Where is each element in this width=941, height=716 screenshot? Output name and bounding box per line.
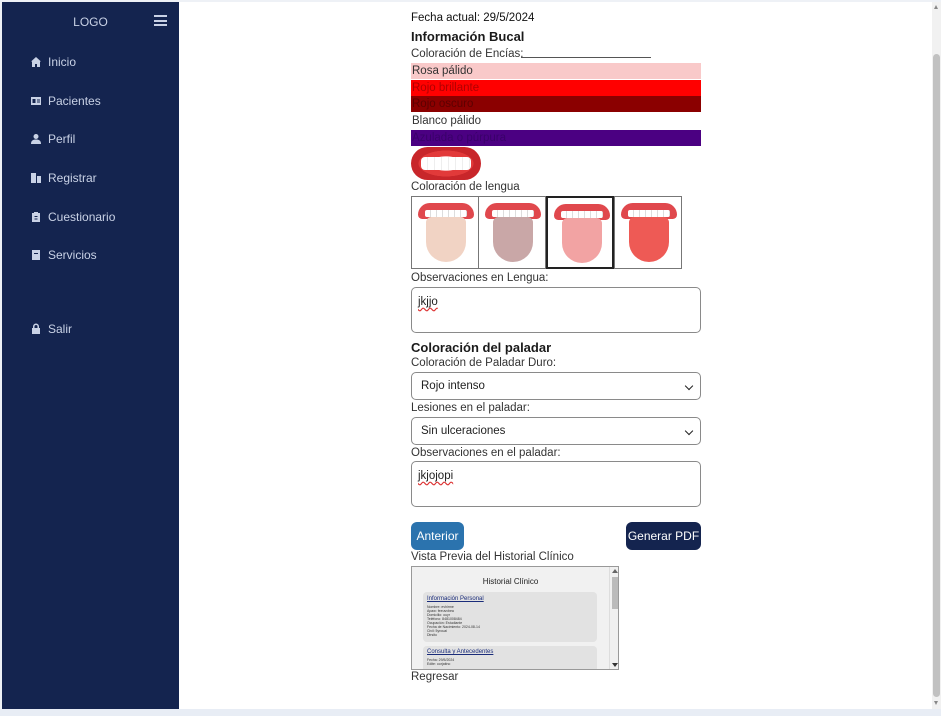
gum-option-rosa-palido[interactable]: Rosa pálido	[411, 63, 701, 79]
sidebar-item-registrar[interactable]: Registrar	[30, 169, 97, 187]
id-card-icon	[31, 97, 41, 105]
hard-palate-value: Rojo intenso	[421, 380, 485, 392]
app-window: LOGO Inicio Pacientes Perfil Registrar C…	[0, 0, 941, 716]
tongue-option-grayish[interactable]	[478, 196, 546, 269]
preview-card-personal: Información Personal Nombre: evhirme Apa…	[423, 592, 597, 642]
chevron-down-icon	[684, 381, 694, 391]
sidebar-item-pacientes[interactable]: Pacientes	[30, 92, 101, 110]
palate-lesions-value: Sin ulceraciones	[421, 425, 506, 437]
preview-section-consulta: Consulta y Antecedentes	[427, 649, 494, 655]
bottom-strip	[0, 709, 941, 716]
page-scroll-thumb[interactable]	[933, 54, 940, 697]
palate-observations-input[interactable]: jkjojopi	[411, 461, 701, 507]
logo: LOGO	[73, 15, 108, 29]
preview-scroll-thumb[interactable]	[612, 577, 618, 609]
page-scrollbar[interactable]	[932, 2, 941, 709]
hamburger-menu-icon[interactable]	[154, 15, 167, 26]
gum-color-input-line[interactable]	[521, 57, 651, 58]
sidebar-item-cuestionario[interactable]: Cuestionario	[30, 208, 115, 226]
scroll-down-icon[interactable]	[612, 663, 618, 667]
register-icon	[31, 173, 41, 183]
section-title-oral-info: Información Bucal	[411, 29, 525, 44]
medical-history-preview[interactable]: Historial Clínico Información Personal N…	[411, 566, 619, 670]
sidebar: LOGO Inicio Pacientes Perfil Registrar C…	[2, 2, 179, 709]
tongue-observations-label: Observaciones en Lengua:	[411, 272, 549, 284]
sidebar-item-servicios[interactable]: Servicios	[30, 246, 97, 264]
gum-option-rojo-oscuro[interactable]: Rojo oscuro	[411, 96, 701, 112]
tongue-option-pink[interactable]	[546, 196, 614, 269]
palate-lesions-label: Lesiones en el paladar:	[411, 402, 530, 414]
preview-scrollbar[interactable]	[609, 567, 618, 669]
preview-line: Dirsito	[427, 633, 437, 637]
scroll-down-icon[interactable]	[934, 701, 938, 705]
sidebar-item-label: Perfil	[48, 132, 76, 146]
palate-observations-label: Observaciones en el paladar:	[411, 447, 561, 459]
tongue-option-pale[interactable]	[411, 196, 479, 269]
sidebar-item-label: Registrar	[48, 171, 97, 185]
sidebar-item-label: Pacientes	[48, 94, 101, 108]
tongue-observations-value: jkjjo	[418, 296, 438, 308]
tongue-color-label: Coloración de lengua	[411, 181, 520, 193]
sidebar-item-inicio[interactable]: Inicio	[30, 53, 76, 71]
preview-card-consulta: Consulta y Antecedentes Fecha: 29/5/2024…	[423, 646, 597, 669]
scroll-up-icon[interactable]	[612, 569, 618, 573]
home-icon	[31, 57, 41, 67]
preview-title: Historial Clínico	[482, 577, 539, 586]
chevron-down-icon	[684, 426, 694, 436]
palate-section-title: Coloración del paladar	[411, 340, 552, 355]
tongue-option-red[interactable]	[614, 196, 682, 269]
clipboard-icon	[32, 212, 40, 222]
gum-option-azulada-purpura[interactable]: Azulada o púrpura	[411, 130, 701, 146]
sidebar-item-salir[interactable]: Salir	[30, 320, 72, 338]
sidebar-item-label: Inicio	[48, 55, 77, 69]
preview-line: Edite: oorjatino	[427, 662, 451, 666]
gum-color-label: Coloración de Encías:	[411, 48, 524, 60]
current-date: Fecha actual: 29/5/2024	[411, 12, 535, 24]
sidebar-item-label: Salir	[48, 322, 73, 336]
palate-observations-value: jkjojopi	[418, 470, 454, 482]
gum-option-blanco-palido[interactable]: Blanco pálido	[411, 113, 701, 129]
services-icon	[32, 250, 40, 260]
sidebar-item-label: Servicios	[48, 248, 97, 262]
sidebar-item-label: Cuestionario	[48, 210, 116, 224]
tongue-observations-input[interactable]: jkjjo	[411, 287, 701, 333]
preview-label: Vista Previa del Historial Clínico	[411, 551, 574, 563]
scroll-up-icon[interactable]	[934, 5, 938, 9]
lock-icon	[32, 323, 40, 334]
back-link[interactable]: Regresar	[411, 671, 458, 683]
user-icon	[31, 134, 41, 144]
gum-sample-image	[411, 147, 481, 180]
palate-lesions-select[interactable]: Sin ulceraciones	[411, 417, 701, 445]
hard-palate-select[interactable]: Rojo intenso	[411, 372, 701, 400]
previous-button[interactable]: Anterior	[411, 522, 464, 550]
generate-pdf-button[interactable]: Generar PDF	[626, 522, 701, 550]
hard-palate-label: Coloración de Paladar Duro:	[411, 357, 557, 369]
sidebar-item-perfil[interactable]: Perfil	[30, 130, 75, 148]
gum-option-rojo-brillante[interactable]: Rojo brillante	[411, 80, 701, 96]
preview-section-personal: Información Personal	[427, 596, 484, 602]
